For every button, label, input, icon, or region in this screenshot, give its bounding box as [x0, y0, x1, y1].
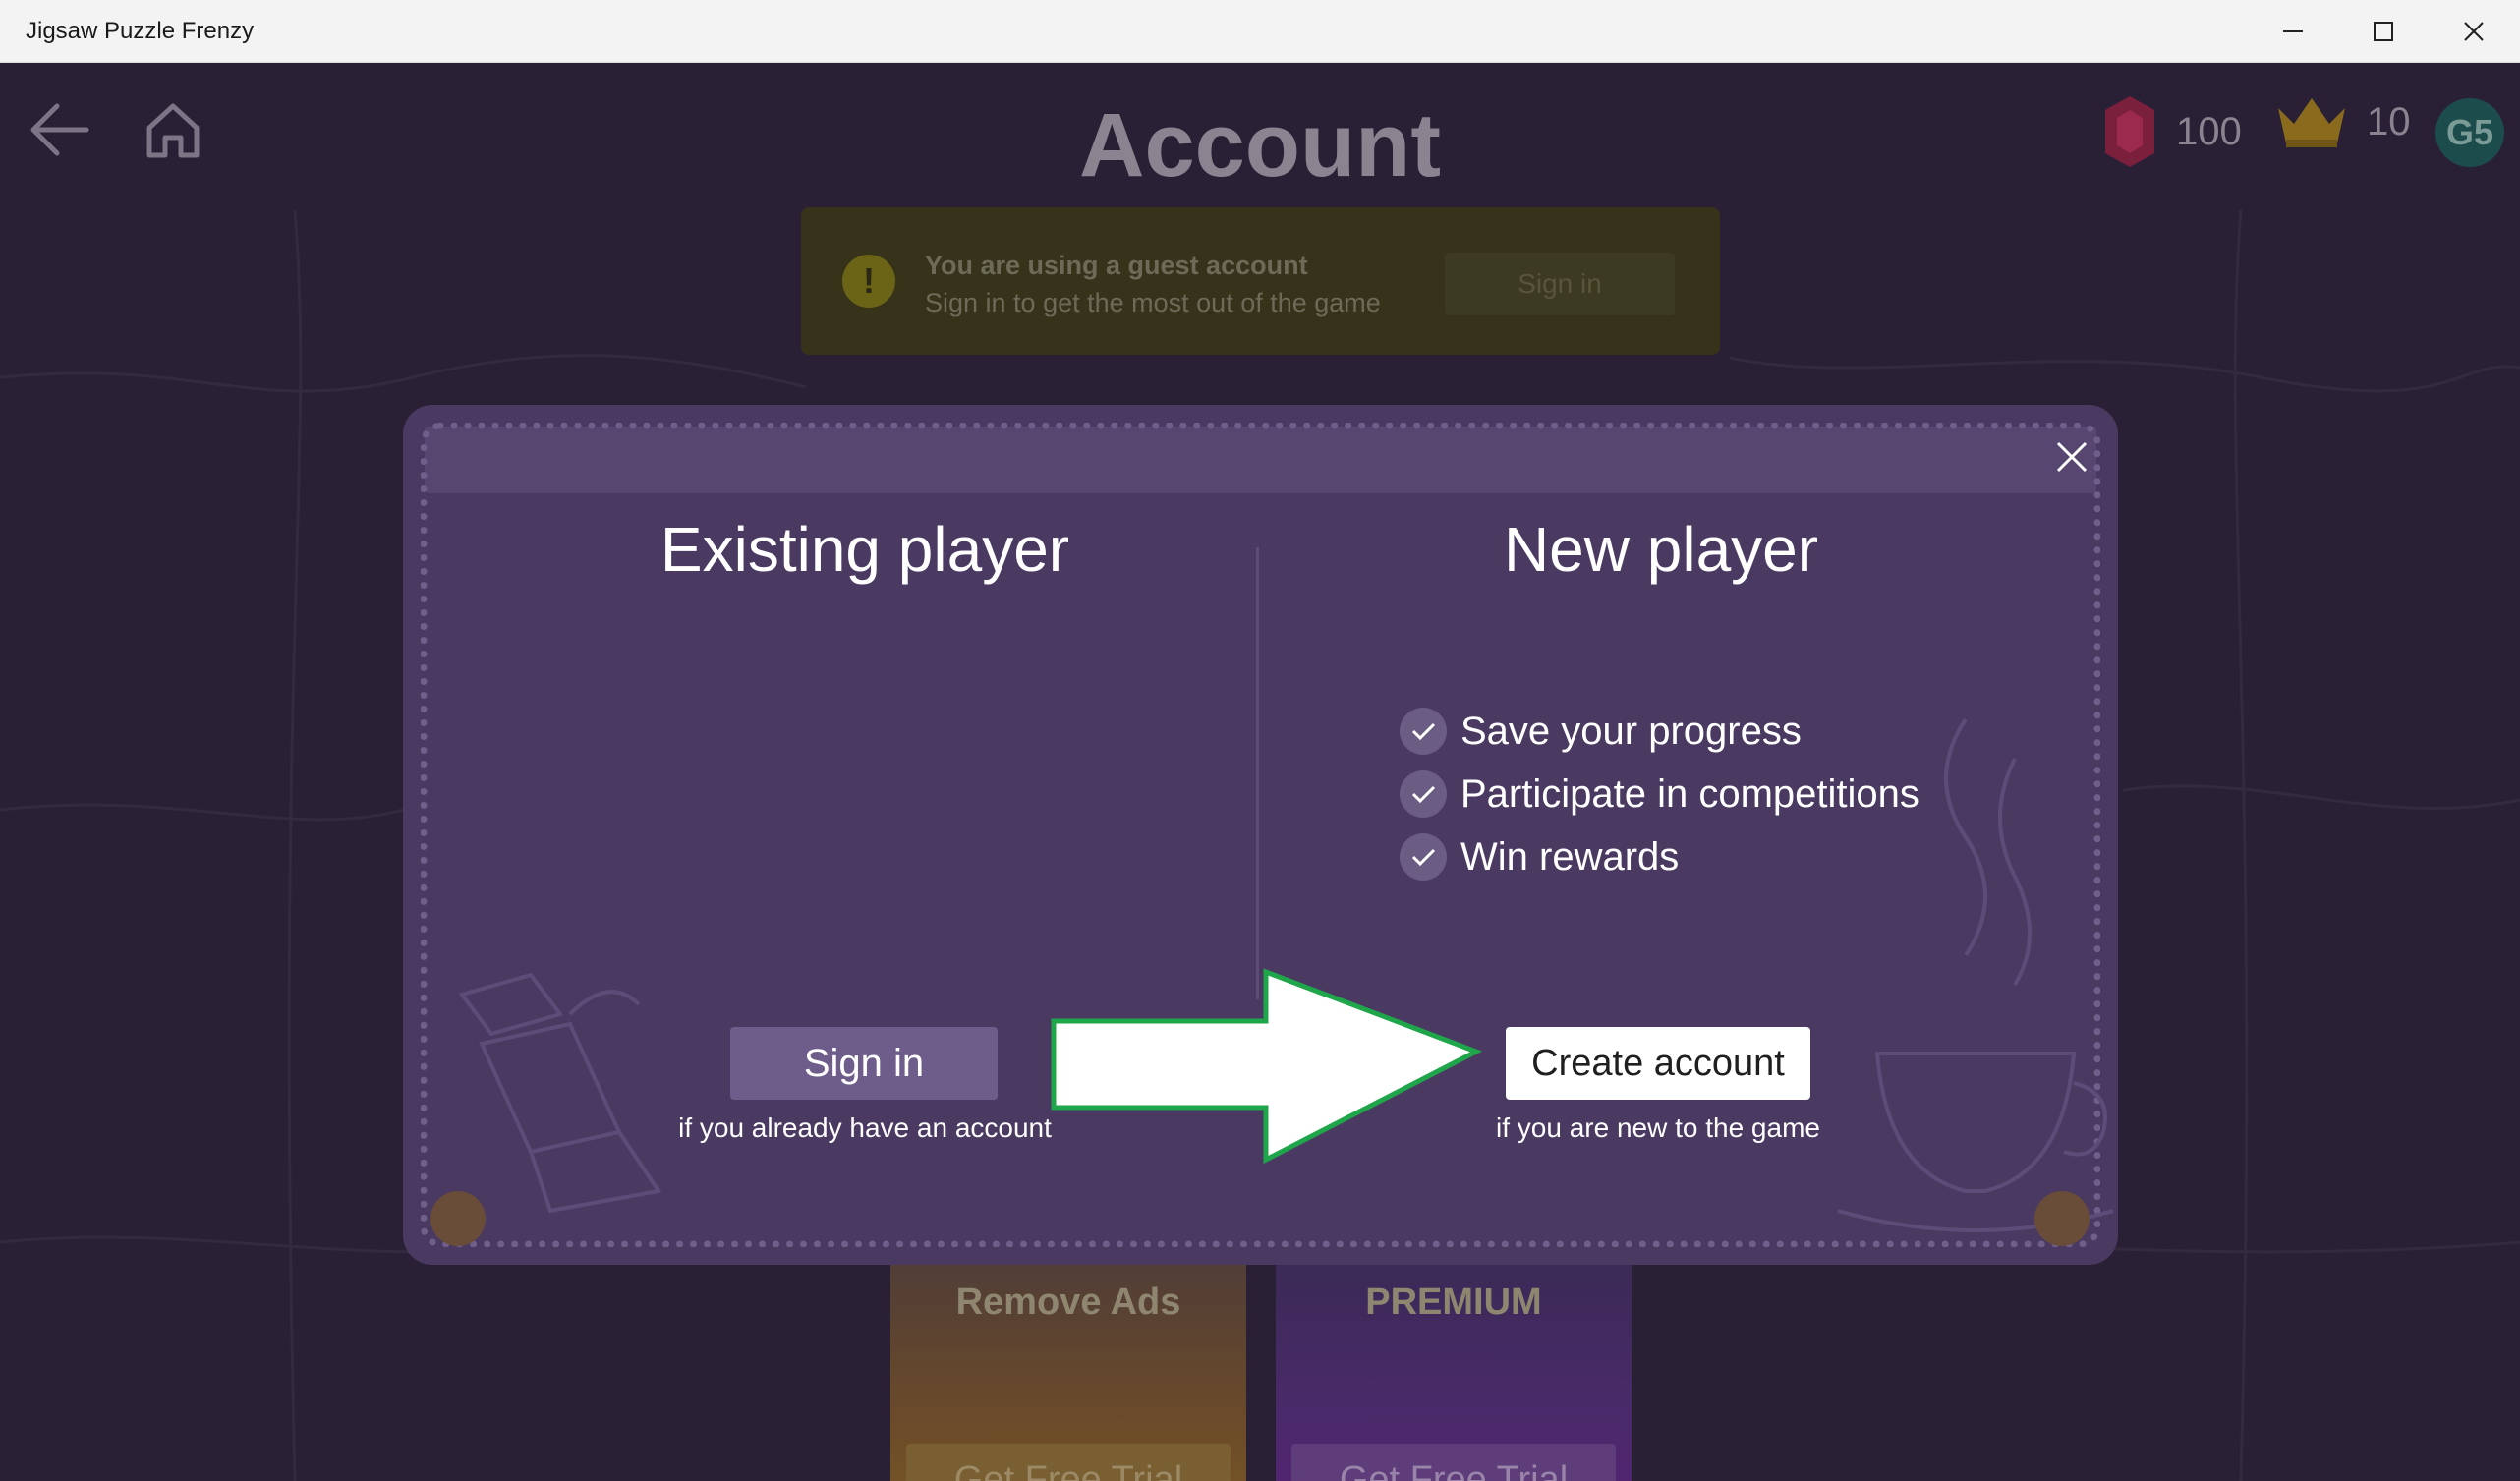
- close-icon: [2464, 22, 2484, 41]
- benefit-label: Save your progress: [1460, 709, 1802, 753]
- coffee-bean-icon: [2034, 1191, 2090, 1246]
- maximize-button[interactable]: [2338, 0, 2429, 63]
- close-dialog-button[interactable]: [2039, 425, 2104, 489]
- crown-count: 10: [2367, 99, 2411, 143]
- close-icon: [2056, 441, 2088, 473]
- gem-count: 100: [2176, 109, 2242, 153]
- dialog-header-strip: [425, 427, 2096, 493]
- benefits-list: Save your progress Participate in compet…: [1400, 700, 1919, 888]
- sign-in-button[interactable]: Sign in: [730, 1027, 998, 1100]
- crown-counter[interactable]: 10: [2274, 92, 2411, 151]
- window-titlebar: Jigsaw Puzzle Frenzy: [0, 0, 2520, 63]
- maximize-icon: [2374, 22, 2393, 41]
- avatar[interactable]: G5: [2435, 98, 2504, 167]
- tutorial-arrow-icon: [1051, 968, 1482, 1165]
- minimize-icon: [2283, 30, 2303, 32]
- guest-account-banner: ! You are using a guest account Sign in …: [801, 207, 1720, 355]
- get-free-trial-button[interactable]: Get Free Trial: [1291, 1444, 1616, 1481]
- warning-icon: !: [842, 255, 895, 308]
- list-item: Win rewards: [1400, 826, 1919, 888]
- app-surface: Account 100 10 G5 ! You are using a gues…: [0, 63, 2520, 1481]
- guest-banner-subtitle: Sign in to get the most out of the game: [925, 288, 1381, 317]
- minimize-button[interactable]: [2248, 0, 2338, 63]
- gem-icon: [2105, 96, 2154, 167]
- benefit-label: Participate in competitions: [1460, 771, 1919, 816]
- list-item: Participate in competitions: [1400, 763, 1919, 826]
- get-free-trial-button[interactable]: Get Free Trial: [906, 1444, 1231, 1481]
- checkmark-icon: [1400, 770, 1447, 818]
- benefit-label: Win rewards: [1460, 834, 1680, 879]
- close-window-button[interactable]: [2429, 0, 2519, 63]
- gem-counter[interactable]: 100: [2101, 92, 2242, 171]
- column-divider: [1256, 547, 1259, 999]
- existing-player-title: Existing player: [659, 514, 1070, 585]
- card-title: Remove Ads: [955, 1282, 1181, 1323]
- premium-card: PREMIUM Get Free Trial: [1276, 1252, 1632, 1481]
- window-title: Jigsaw Puzzle Frenzy: [26, 18, 255, 44]
- guest-banner-title: You are using a guest account: [925, 251, 1308, 280]
- sign-in-hint: if you already have an account: [678, 1112, 1052, 1143]
- card-title: PREMIUM: [1365, 1282, 1542, 1323]
- remove-ads-card: Remove Ads Get Free Trial: [890, 1252, 1246, 1481]
- new-player-title: New player: [1503, 514, 1819, 585]
- banner-sign-in-button[interactable]: Sign in: [1445, 253, 1675, 315]
- create-account-hint: if you are new to the game: [1496, 1112, 1820, 1143]
- coffee-bean-icon: [430, 1191, 486, 1246]
- checkmark-icon: [1400, 833, 1447, 881]
- checkmark-icon: [1400, 708, 1447, 755]
- crown-icon: [2278, 98, 2345, 147]
- list-item: Save your progress: [1400, 700, 1919, 763]
- create-account-button[interactable]: Create account: [1506, 1027, 1810, 1100]
